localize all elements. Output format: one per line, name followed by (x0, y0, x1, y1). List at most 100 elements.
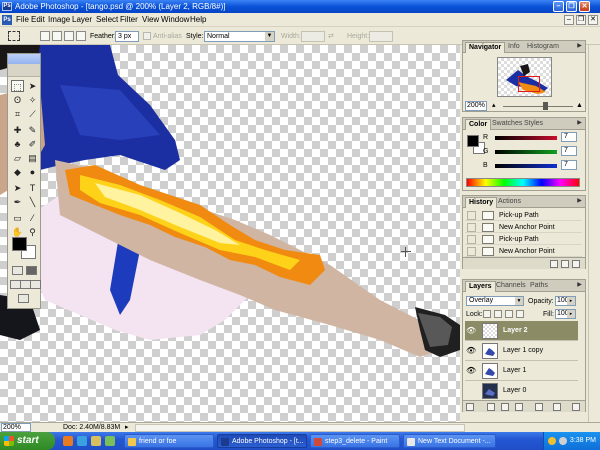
screen-mode-full-icon[interactable] (30, 280, 41, 289)
doc-minimize-button[interactable]: – (564, 15, 574, 25)
navigator-view-box[interactable] (518, 76, 540, 92)
lock-position-icon[interactable] (505, 310, 513, 318)
new-document-from-state-icon[interactable] (550, 260, 558, 268)
palette-menu-icon[interactable]: ▶ (576, 198, 583, 205)
new-layer-icon[interactable] (553, 403, 561, 411)
layer-row-layer-1[interactable]: 👁 Layer 1 (465, 361, 578, 381)
navigator-zoom-slider-handle[interactable] (543, 102, 548, 110)
menu-filter[interactable]: Filter (120, 15, 138, 25)
path-selection-tool-icon[interactable]: ➤ (11, 182, 24, 194)
history-source-box[interactable] (467, 247, 476, 256)
standard-mode-icon[interactable] (12, 266, 23, 275)
dodge-tool-icon[interactable]: ● (26, 166, 39, 178)
trash-icon[interactable] (572, 260, 580, 268)
new-group-icon[interactable] (535, 403, 543, 411)
toolbox-header[interactable] (8, 54, 40, 64)
history-item[interactable]: Pick-up Path (465, 210, 582, 221)
layer-mask-icon[interactable] (501, 403, 509, 411)
layer-row-layer-1-copy[interactable]: 👁 Layer 1 copy (465, 341, 578, 361)
intersect-selection-icon[interactable] (76, 31, 86, 41)
menu-edit[interactable]: Edit (31, 15, 45, 25)
zoom-tool-icon[interactable]: ⚲ (26, 226, 39, 238)
menu-file[interactable]: File (16, 15, 29, 25)
task-friend-or-foe[interactable]: friend or foe (124, 434, 214, 448)
tab-actions[interactable]: Actions (495, 197, 524, 208)
channel-r-slider[interactable] (495, 136, 557, 140)
doc-close-button[interactable]: ✕ (588, 15, 598, 25)
navigator-zoom-slider[interactable] (503, 106, 573, 107)
eye-icon[interactable]: 👁 (466, 366, 476, 376)
channel-b-slider[interactable] (495, 164, 557, 168)
type-tool-icon[interactable]: T (26, 182, 39, 194)
adobe-logo-icon[interactable] (8, 64, 40, 77)
palette-menu-icon[interactable]: ▶ (576, 120, 583, 127)
quick-mask-mode-icon[interactable] (26, 266, 37, 275)
feather-input[interactable]: 3 px (115, 31, 139, 42)
tab-channels[interactable]: Channels (493, 281, 529, 292)
jump-to-imageready-icon[interactable] (18, 294, 29, 303)
menu-view[interactable]: View (142, 15, 159, 25)
style-select[interactable]: Normal ▼ (204, 31, 275, 42)
tab-info[interactable]: Info (505, 42, 523, 53)
lasso-tool-icon[interactable]: ʘ (11, 94, 24, 106)
foreground-color-swatch[interactable] (12, 237, 27, 251)
history-item[interactable]: New Anchor Point (465, 222, 582, 233)
tab-histogram[interactable]: Histogram (524, 42, 562, 53)
task-notepad[interactable]: New Text Document -... (403, 434, 496, 448)
document-menu-icon[interactable]: Ps (2, 15, 12, 25)
pen-tool-icon[interactable]: ✒ (11, 196, 24, 208)
eyedropper-tool-icon[interactable]: ⁄ (26, 212, 39, 224)
notes-tool-icon[interactable]: ▭ (11, 212, 24, 224)
start-button[interactable]: start (0, 432, 55, 450)
history-item[interactable]: Pick-up Path (465, 234, 582, 245)
minimize-button[interactable]: – (553, 1, 564, 12)
eye-icon[interactable]: 👁 (466, 346, 476, 356)
status-zoom-input[interactable]: 200% (1, 423, 31, 432)
show-desktop-quicklaunch-icon[interactable] (91, 436, 101, 446)
palette-menu-icon[interactable]: ▶ (576, 282, 583, 289)
close-button[interactable]: ✕ (579, 1, 590, 12)
blend-mode-select[interactable]: Overlay ▼ (466, 296, 524, 306)
menu-select[interactable]: Select (96, 15, 118, 25)
add-selection-icon[interactable] (52, 31, 62, 41)
adjustment-layer-icon[interactable] (515, 403, 523, 411)
layer-row-layer-2[interactable]: 👁 Layer 2 (465, 321, 578, 341)
rectangular-marquee-tool-icon[interactable]: ⬚ (11, 80, 24, 92)
width-input[interactable] (301, 31, 325, 42)
layer-row-layer-0[interactable]: Layer 0 (465, 381, 578, 401)
trash-icon[interactable] (572, 403, 580, 411)
opacity-input[interactable]: 100% ▸ (555, 296, 576, 306)
navigator-thumbnail[interactable] (497, 57, 552, 97)
layer-style-icon[interactable] (487, 403, 495, 411)
task-paint[interactable]: step3_delete - Paint (310, 434, 400, 448)
palette-menu-icon[interactable]: ▶ (576, 43, 583, 50)
fill-input[interactable]: 100% ▸ (555, 309, 576, 319)
menu-help[interactable]: Help (190, 15, 206, 25)
clone-stamp-tool-icon[interactable]: ♣ (11, 138, 24, 150)
task-adobe-photoshop[interactable]: Adobe Photoshop - [t... (217, 434, 307, 448)
slice-tool-icon[interactable]: ⟋ (26, 108, 39, 120)
tab-styles[interactable]: Styles (521, 119, 546, 130)
lock-transparency-icon[interactable] (483, 310, 491, 318)
restore-button[interactable]: ❐ (566, 1, 577, 12)
messenger-quicklaunch-icon[interactable] (105, 436, 115, 446)
eye-hidden-box[interactable] (466, 386, 476, 396)
brush-tool-icon[interactable]: ✎ (26, 124, 39, 136)
line-tool-icon[interactable]: ╲ (26, 196, 39, 208)
link-layers-icon[interactable] (466, 403, 474, 411)
crop-tool-icon[interactable]: ⌗ (11, 108, 24, 120)
blur-tool-icon[interactable]: ◆ (11, 166, 24, 178)
height-input[interactable] (369, 31, 393, 42)
marquee-tool-preset-icon[interactable] (8, 31, 20, 41)
swap-dimensions-icon[interactable]: ⇄ (328, 32, 334, 41)
volume-icon[interactable] (559, 437, 567, 445)
internet-explorer-quicklaunch-icon[interactable] (77, 436, 87, 446)
eraser-tool-icon[interactable]: ▱ (11, 152, 24, 164)
new-snapshot-icon[interactable] (561, 260, 569, 268)
channel-g-slider[interactable] (495, 150, 557, 154)
tab-layers[interactable]: Layers (465, 281, 496, 292)
subtract-selection-icon[interactable] (64, 31, 74, 41)
move-tool-icon[interactable]: ➤ (26, 80, 39, 92)
zoom-in-icon[interactable]: ▲ (576, 101, 583, 110)
eye-icon[interactable]: 👁 (466, 326, 476, 336)
